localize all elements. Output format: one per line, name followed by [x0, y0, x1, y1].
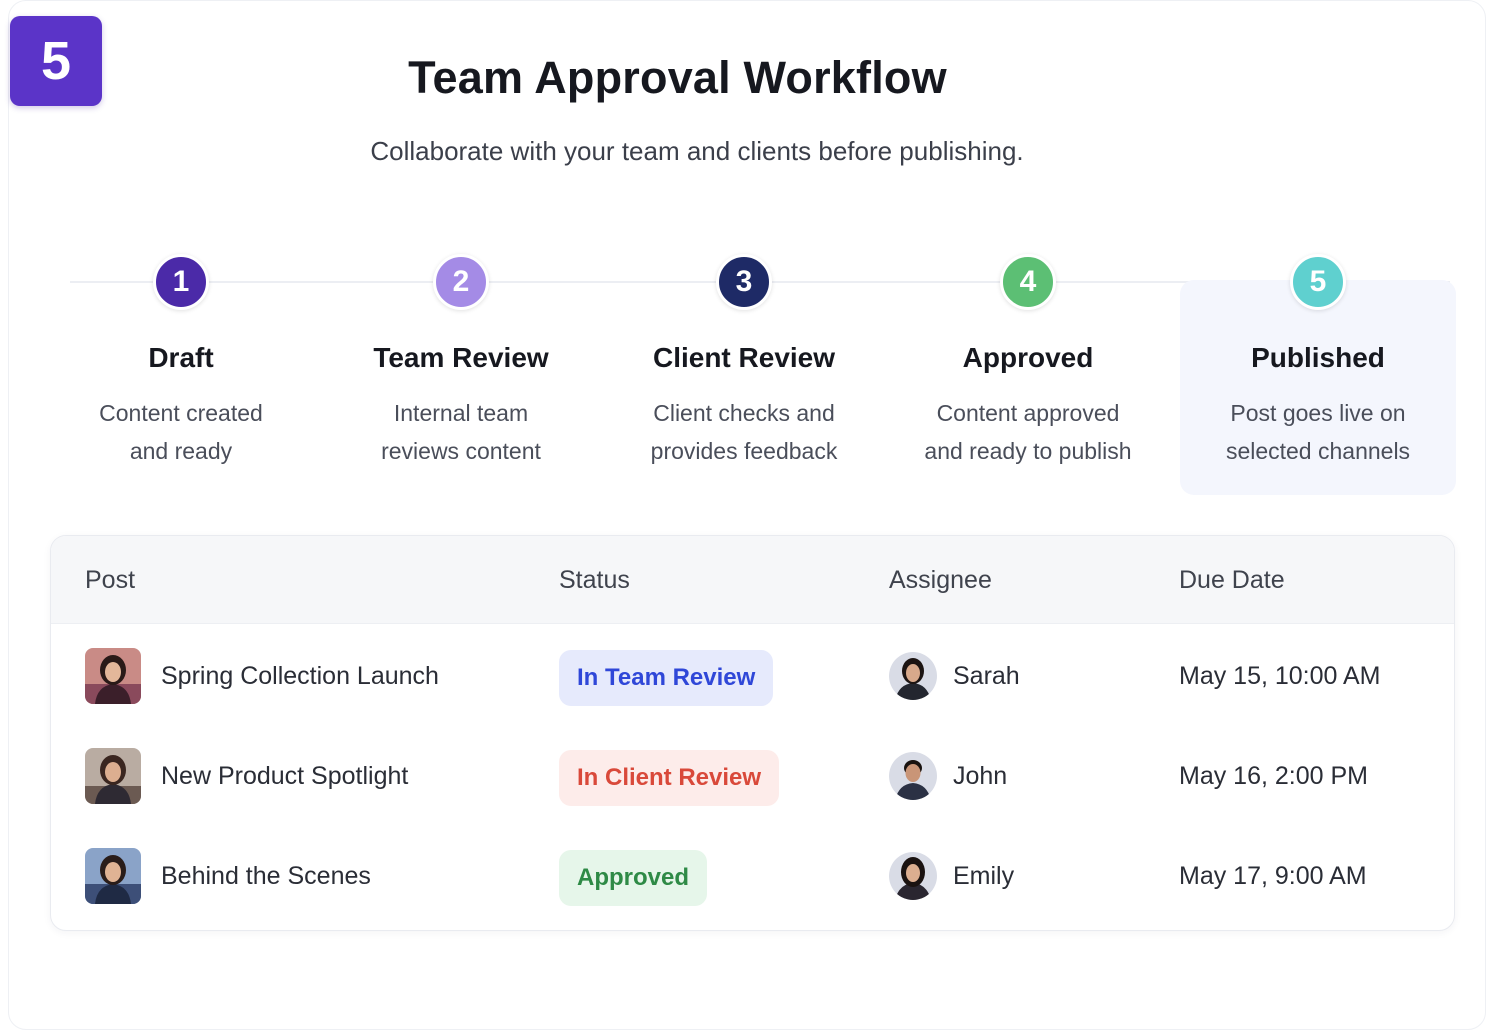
- due-date: May 15, 10:00 AM: [1179, 662, 1381, 690]
- step-description: Content created and ready: [99, 400, 263, 464]
- step-description: Internal team reviews content: [381, 400, 541, 464]
- status-badge: In Team Review: [559, 650, 774, 706]
- step-number-circle: 5: [1290, 254, 1346, 310]
- column-header-assignee[interactable]: Assignee: [889, 566, 992, 595]
- post-title[interactable]: Spring Collection Launch: [161, 662, 439, 691]
- post-title[interactable]: New Product Spotlight: [161, 762, 408, 791]
- step-number-circle: 4: [1000, 254, 1056, 310]
- page-subtitle: Collaborate with your team and clients b…: [370, 136, 1024, 166]
- table-header: Post Status Assignee Due Date: [51, 536, 1454, 624]
- table-row[interactable]: Behind the Scenes Approved Emily May 17,…: [51, 828, 1454, 928]
- due-date: May 17, 9:00 AM: [1179, 862, 1367, 890]
- step-title: Published: [1251, 342, 1385, 373]
- table-row[interactable]: New Product Spotlight In Client Review J…: [51, 728, 1454, 828]
- step-title: Approved: [962, 342, 1094, 373]
- step-title: Client Review: [652, 342, 836, 373]
- assignee-name: Sarah: [953, 662, 1020, 690]
- post-thumbnail: [85, 848, 141, 904]
- post-thumbnail: [85, 748, 141, 804]
- step-number-circle: 2: [433, 254, 489, 310]
- step-number-circle: 3: [716, 254, 772, 310]
- posts-table: Post Status Assignee Due Date Spring Col…: [50, 535, 1455, 931]
- assignee-name: John: [953, 762, 1008, 790]
- status-badge: In Client Review: [559, 750, 780, 806]
- assignee-name: Emily: [953, 862, 1015, 890]
- status-badge: Approved: [559, 850, 708, 906]
- workflow-step-client-review[interactable]: 3 Client Review Client checks and provid…: [604, 254, 884, 470]
- column-header-status[interactable]: Status: [559, 566, 630, 595]
- column-header-due-date[interactable]: Due Date: [1179, 566, 1285, 595]
- workflow-step-draft[interactable]: 1 Draft Content created and ready: [41, 254, 321, 470]
- avatar: [889, 652, 937, 700]
- page-title: Team Approval Workflow: [408, 52, 947, 103]
- step-description: Client checks and provides feedback: [650, 400, 838, 464]
- column-header-post[interactable]: Post: [85, 566, 135, 595]
- table-row[interactable]: Spring Collection Launch In Team Review …: [51, 628, 1454, 728]
- avatar: [889, 852, 937, 900]
- post-thumbnail: [85, 648, 141, 704]
- step-description: Post goes live on selected channels: [1225, 400, 1411, 464]
- step-description: Content approved and ready to publish: [924, 400, 1132, 464]
- workflow-step-team-review[interactable]: 2 Team Review Internal team reviews cont…: [321, 254, 601, 470]
- workflow-step-approved[interactable]: 4 Approved Content approved and ready to…: [888, 254, 1168, 470]
- step-title: Draft: [148, 342, 214, 373]
- post-title[interactable]: Behind the Scenes: [161, 862, 371, 891]
- step-title: Team Review: [373, 342, 549, 373]
- due-date: May 16, 2:00 PM: [1179, 762, 1368, 790]
- step-number-circle: 1: [153, 254, 209, 310]
- avatar: [889, 752, 937, 800]
- workflow-step-published[interactable]: 5 Published Post goes live on selected c…: [1178, 254, 1458, 470]
